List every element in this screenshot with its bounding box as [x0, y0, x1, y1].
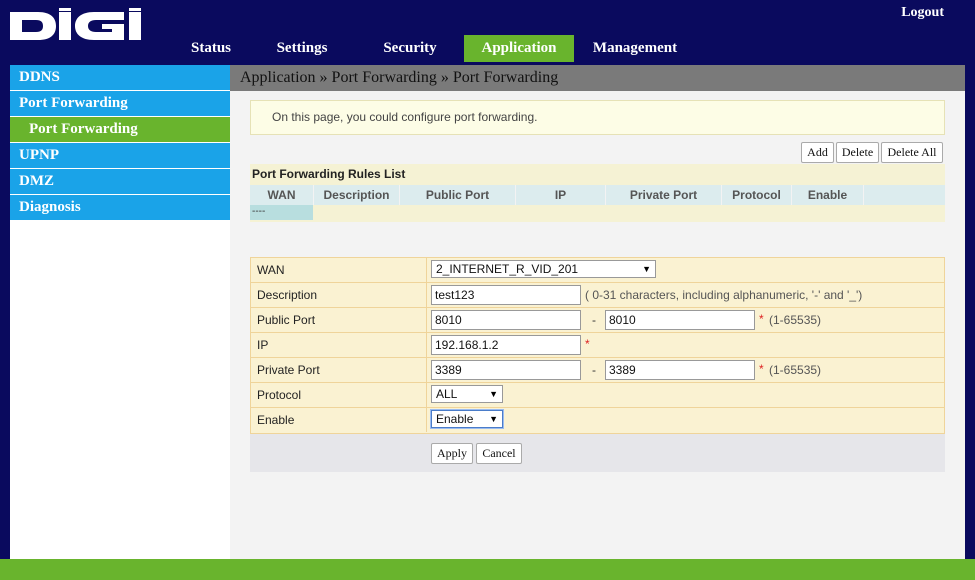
private-port-end-input[interactable]: 3389: [605, 360, 755, 380]
nav-tab-application[interactable]: Application: [464, 35, 574, 62]
column-header-private-port: Private Port: [606, 185, 722, 205]
public-port-required-mark: *: [759, 312, 764, 326]
column-header-description: Description: [314, 185, 400, 205]
form-row-description: Description test123 ( 0-31 characters, i…: [251, 283, 944, 308]
description-label: Description: [257, 288, 318, 302]
private-port-hint: (1-65535): [769, 363, 822, 377]
nav-tab-security[interactable]: Security: [356, 35, 464, 62]
dropdown-arrow-icon: ▼: [489, 389, 498, 399]
action-bar: Apply Cancel: [250, 434, 945, 472]
form-row-ip: IP 192.168.1.2 *: [251, 333, 944, 358]
column-header-wan: WAN: [250, 185, 314, 205]
private-port-required-mark: *: [759, 362, 764, 376]
protocol-select-value: ALL: [436, 387, 458, 401]
delete-button[interactable]: Delete: [836, 142, 879, 163]
enable-label: Enable: [257, 413, 295, 427]
wan-select[interactable]: 2_INTERNET_R_VID_201 ▼: [431, 260, 656, 278]
description-hint: ( 0-31 characters, including alphanumeri…: [585, 288, 863, 302]
public-port-dash: -: [592, 313, 596, 327]
form-row-public-port: Public Port 8010 - 8010 * (1-65535): [251, 308, 944, 333]
column-header-protocol: Protocol: [722, 185, 792, 205]
sidebar-item-ddns[interactable]: DDNS: [10, 65, 230, 91]
ip-input[interactable]: 192.168.1.2: [431, 335, 581, 355]
dropdown-arrow-icon: ▼: [489, 414, 498, 424]
enable-select-value: Enable: [436, 412, 474, 426]
info-message: On this page, you could configure port f…: [250, 100, 945, 135]
wan-label: WAN: [257, 263, 285, 277]
delete-all-button[interactable]: Delete All: [881, 142, 943, 163]
ip-label: IP: [257, 338, 269, 352]
form-row-protocol: Protocol ALL ▼: [251, 383, 944, 408]
main-nav: Status Settings Security Application Man…: [174, 35, 696, 62]
private-port-label: Private Port: [257, 363, 320, 377]
form-row-private-port: Private Port 3389 - 3389 * (1-65535): [251, 358, 944, 383]
column-header-public-port: Public Port: [400, 185, 516, 205]
rules-table-header: WAN Description Public Port IP Private P…: [250, 185, 945, 205]
nav-tab-status[interactable]: Status: [174, 35, 248, 62]
sidebar-item-upnp[interactable]: UPNP: [10, 143, 230, 169]
enable-select[interactable]: Enable ▼: [431, 410, 503, 428]
ip-required-mark: *: [585, 337, 590, 351]
empty-row-cell: ----: [250, 205, 313, 220]
cancel-button[interactable]: Cancel: [476, 443, 522, 464]
add-button[interactable]: Add: [801, 142, 834, 163]
private-port-dash: -: [592, 363, 596, 377]
sidebar: DDNS Port Forwarding Port Forwarding UPN…: [10, 65, 230, 559]
rules-list-title: Port Forwarding Rules List: [252, 167, 406, 181]
wan-select-value: 2_INTERNET_R_VID_201: [436, 262, 579, 276]
public-port-start-input[interactable]: 8010: [431, 310, 581, 330]
form-row-wan: WAN 2_INTERNET_R_VID_201 ▼: [251, 258, 944, 283]
table-row: ----: [250, 205, 945, 220]
public-port-hint: (1-65535): [769, 313, 822, 327]
footer-bar: [0, 559, 975, 580]
private-port-start-input[interactable]: 3389: [431, 360, 581, 380]
sidebar-subitem-port-forwarding[interactable]: Port Forwarding: [10, 117, 230, 143]
public-port-end-input[interactable]: 8010: [605, 310, 755, 330]
sidebar-item-dmz[interactable]: DMZ: [10, 169, 230, 195]
dropdown-arrow-icon: ▼: [642, 264, 651, 274]
public-port-label: Public Port: [257, 313, 316, 327]
column-header-enable: Enable: [792, 185, 864, 205]
breadcrumb: Application » Port Forwarding » Port For…: [230, 65, 965, 91]
header: Logout Status Settings Security Applicat…: [0, 0, 975, 62]
logout-link[interactable]: Logout: [901, 5, 944, 21]
nav-tab-management[interactable]: Management: [574, 35, 696, 62]
sidebar-item-port-forwarding[interactable]: Port Forwarding: [10, 91, 230, 117]
apply-button[interactable]: Apply: [431, 443, 473, 464]
digi-logo: [10, 8, 141, 40]
rule-form: WAN 2_INTERNET_R_VID_201 ▼ Description t…: [250, 257, 945, 434]
nav-tab-settings[interactable]: Settings: [248, 35, 356, 62]
form-row-enable: Enable Enable ▼: [251, 408, 944, 433]
main-content: Application » Port Forwarding » Port For…: [230, 65, 965, 559]
sidebar-item-diagnosis[interactable]: Diagnosis: [10, 195, 230, 221]
column-header-ip: IP: [516, 185, 606, 205]
rules-list: Port Forwarding Rules List WAN Descripti…: [250, 164, 945, 222]
description-input[interactable]: test123: [431, 285, 581, 305]
protocol-label: Protocol: [257, 388, 302, 402]
protocol-select[interactable]: ALL ▼: [431, 385, 503, 403]
